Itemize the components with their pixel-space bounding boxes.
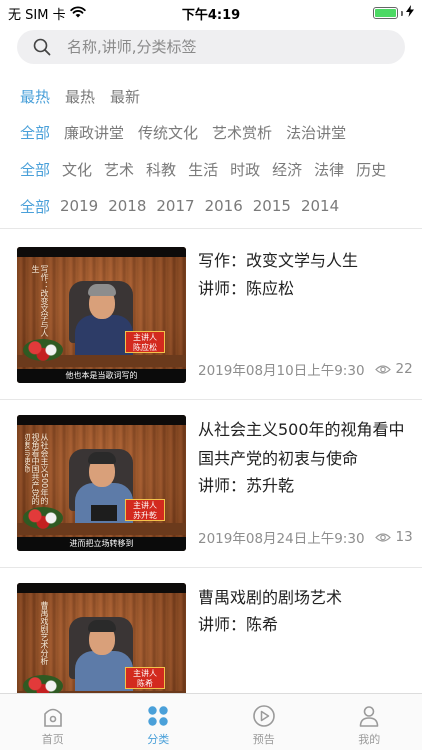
category-option[interactable]: 艺术 — [104, 159, 134, 180]
badge-label: 主讲人 — [133, 669, 157, 678]
series-option[interactable]: 法治讲堂 — [286, 122, 346, 143]
lecture-lecturer: 讲师：陈希 — [198, 615, 279, 634]
year-option[interactable]: 2019 — [60, 197, 98, 215]
status-right — [373, 5, 414, 21]
series-option[interactable]: 廉政讲堂 — [64, 122, 124, 143]
tab-bar: 首页 分类 预告 我的 — [0, 693, 422, 750]
lecture-lecturer: 讲师：苏升乾 — [198, 476, 295, 495]
profile-icon — [357, 704, 381, 732]
series-filter-row: 全部 廉政讲堂 传统文化 艺术赏析 法治讲堂 — [20, 120, 360, 144]
battery-level — [375, 9, 396, 17]
lecturer-badge: 主讲人 苏升乾 — [125, 499, 165, 521]
battery-icon — [373, 7, 398, 19]
tab-label: 首页 — [41, 733, 64, 746]
category-option[interactable]: 时政 — [230, 159, 260, 180]
status-bar: 无 SIM 卡 下午4:19 — [0, 0, 422, 24]
year-option[interactable]: 全部 — [20, 196, 50, 217]
category-option[interactable]: 生活 — [188, 159, 218, 180]
lecture-item[interactable]: 写作：改变文学与人生 主讲人 陈应松 他也本是当歌词写的 写作：改变文学与人生 … — [0, 232, 422, 400]
search-bar[interactable] — [17, 30, 405, 64]
badge-name: 陈应松 — [133, 343, 157, 352]
view-count: 22 — [395, 361, 413, 377]
badge-label: 主讲人 — [133, 333, 157, 342]
video-subtitle: 他也本是当歌词写的 — [17, 369, 186, 383]
year-option[interactable]: 2014 — [301, 197, 339, 215]
year-option[interactable]: 2017 — [156, 197, 194, 215]
view-count: 13 — [395, 529, 413, 545]
lecture-thumbnail: 曹禺戏剧艺术分析 主讲人 陈希 — [17, 583, 186, 693]
series-option[interactable]: 全部 — [20, 122, 50, 143]
tab-label: 我的 — [358, 733, 381, 746]
lecture-title[interactable]: 曹禺戏剧的剧场艺术 — [198, 583, 408, 612]
series-option[interactable]: 艺术赏析 — [212, 122, 272, 143]
lecture-item[interactable]: 曹禺戏剧艺术分析 主讲人 陈希 曹禺戏剧的剧场艺术 讲师：陈希 — [0, 568, 422, 693]
lecturer-badge: 主讲人 陈希 — [125, 667, 165, 689]
sort-filter-row: 最热 最热 最新 — [20, 84, 155, 108]
category-option[interactable]: 经济 — [272, 159, 302, 180]
badge-label: 主讲人 — [133, 501, 157, 510]
tab-label: 分类 — [147, 733, 170, 746]
lecture-meta: 2019年08月10日上午9:30 22 — [198, 359, 413, 379]
eye-icon — [374, 532, 391, 543]
eye-icon — [374, 364, 391, 375]
thumbnail-title-text: 写作：改变文学与人生 — [31, 265, 49, 337]
year-option[interactable]: 2016 — [205, 197, 243, 215]
tab-label: 预告 — [252, 733, 275, 746]
lecture-date: 2019年08月10日上午9:30 — [198, 363, 365, 379]
lecture-meta: 2019年08月24日上午9:30 13 — [198, 527, 413, 547]
lecture-item[interactable]: 从社会主义500年的视角看中国共产党的初衷与使命 主讲人 苏升乾 进而把立场转移… — [0, 400, 422, 568]
play-icon — [252, 704, 276, 732]
charging-icon — [406, 5, 414, 21]
battery-cap — [401, 10, 403, 16]
search-input[interactable] — [67, 30, 387, 64]
badge-name: 陈希 — [137, 679, 153, 688]
lecture-thumbnail: 从社会主义500年的视角看中国共产党的初衷与使命 主讲人 苏升乾 进而把立场转移… — [17, 415, 186, 551]
category-option[interactable]: 科教 — [146, 159, 176, 180]
category-option[interactable]: 全部 — [20, 159, 50, 180]
lecture-date: 2019年08月24日上午9:30 — [198, 531, 365, 547]
category-option[interactable]: 法律 — [314, 159, 344, 180]
lecture-thumbnail: 写作：改变文学与人生 主讲人 陈应松 他也本是当歌词写的 — [17, 247, 186, 383]
lecture-title[interactable]: 从社会主义500年的视角看中国共产党的初衷与使命 — [198, 415, 408, 473]
video-subtitle: 进而把立场转移到 — [17, 537, 186, 551]
sort-option[interactable]: 最热 — [20, 86, 50, 107]
category-filter-row: 全部 文化 艺术 科教 生活 时政 经济 法律 历史 — [20, 157, 398, 181]
series-option[interactable]: 传统文化 — [138, 122, 198, 143]
sort-option[interactable]: 最热 — [65, 86, 95, 107]
category-option[interactable]: 历史 — [356, 159, 386, 180]
badge-name: 苏升乾 — [133, 511, 157, 520]
year-option[interactable]: 2018 — [108, 197, 146, 215]
thumbnail-title-text: 从社会主义500年的视角看中国共产党的初衷与使命 — [25, 433, 49, 505]
lecture-lecturer: 讲师：陈应松 — [198, 279, 295, 298]
lecture-title[interactable]: 写作：改变文学与人生 — [198, 246, 408, 275]
category-option[interactable]: 文化 — [62, 159, 92, 180]
year-filter-row: 全部 2019 2018 2017 2016 2015 2014 — [20, 194, 349, 218]
lecturer-badge: 主讲人 陈应松 — [125, 331, 165, 353]
tab-preview[interactable]: 预告 — [211, 694, 317, 750]
tab-category[interactable]: 分类 — [106, 694, 212, 750]
sort-option[interactable]: 最新 — [110, 86, 140, 107]
status-time: 下午4:19 — [181, 8, 241, 23]
year-option[interactable]: 2015 — [253, 197, 291, 215]
search-icon — [33, 38, 51, 60]
tab-home[interactable]: 首页 — [0, 694, 106, 750]
home-icon — [41, 704, 65, 732]
thumbnail-title-text: 曹禺戏剧艺术分析 — [40, 601, 49, 665]
filter-divider — [0, 228, 422, 229]
category-icon — [146, 704, 170, 732]
tab-profile[interactable]: 我的 — [317, 694, 422, 750]
